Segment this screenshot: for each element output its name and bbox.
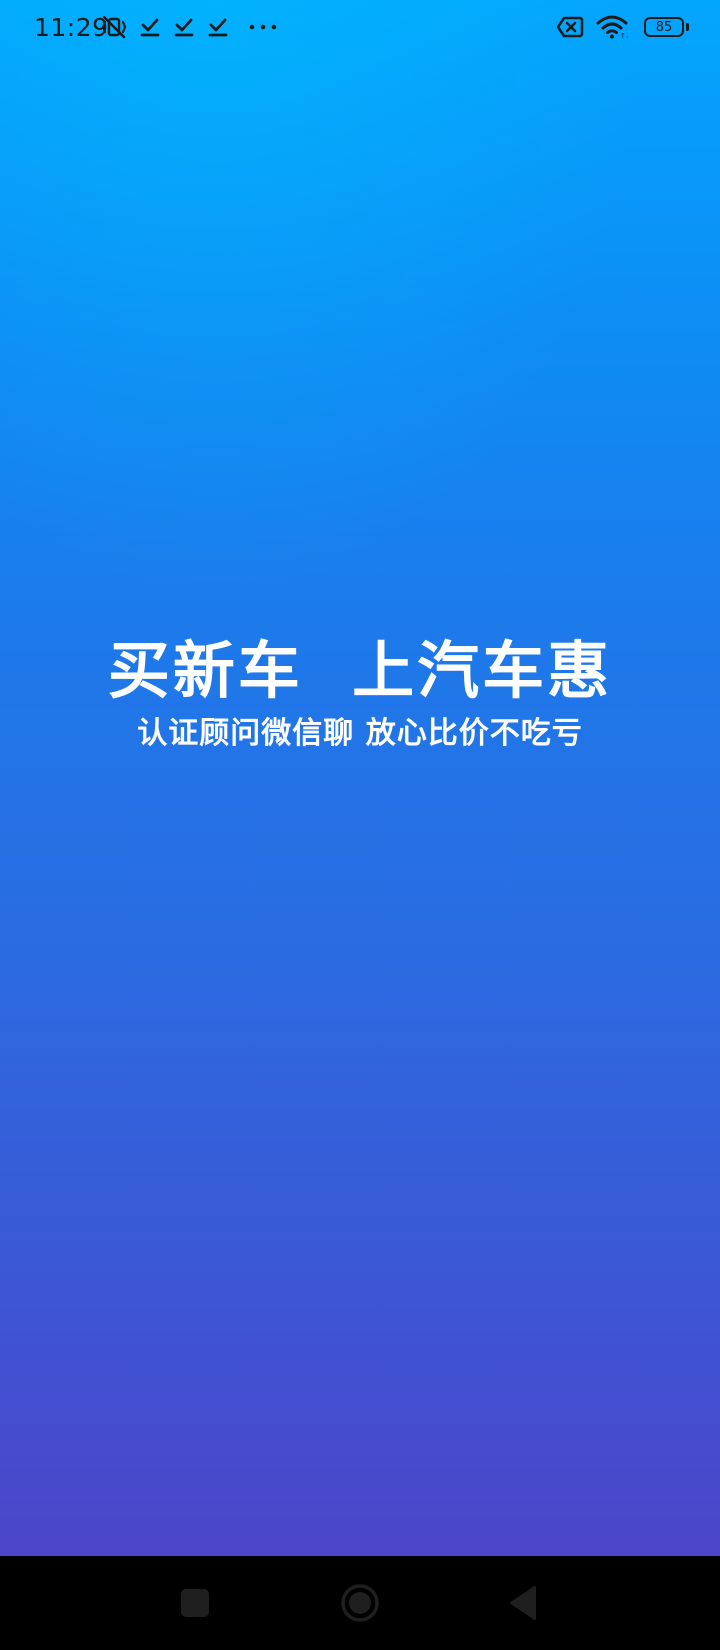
circle-icon [341,1584,379,1622]
status-time: 11:29 [34,13,109,42]
wifi-icon: ↑↓ [596,15,628,39]
splash-headline: 买新车 上汽车惠 [107,634,613,707]
splash-tagline: 认证顾问微信聊 放心比价不吃亏 [137,716,583,751]
system-icons: ↑↓ 85 [556,12,689,42]
battery-level: 85 [655,19,673,35]
svg-text:↑↓: ↑↓ [620,32,628,39]
vibrate-off-icon [100,14,128,40]
download-done-icon [206,15,230,39]
app-screen: 11:29 ↑ 85 买新车 上汽车惠 认证顾问微信聊 放心比价不吃亏 [0,0,720,1650]
download-done-icon [138,15,162,39]
sim-error-icon [556,16,584,38]
status-bar: 11:29 ↑ 85 [0,0,720,56]
battery-icon: 85 [644,17,689,37]
home-button[interactable] [315,1556,405,1650]
notification-icons [100,12,288,42]
back-triangle-icon [510,1586,536,1620]
recent-apps-button[interactable] [150,1556,240,1650]
back-button[interactable] [478,1556,568,1650]
square-icon [181,1589,209,1617]
more-dots-icon [248,22,278,32]
navigation-bar [0,1556,720,1650]
download-done-icon [172,15,196,39]
splash-background: 11:29 ↑ 85 买新车 上汽车惠 认证顾问微信聊 放心比价不吃亏 [0,0,720,1556]
